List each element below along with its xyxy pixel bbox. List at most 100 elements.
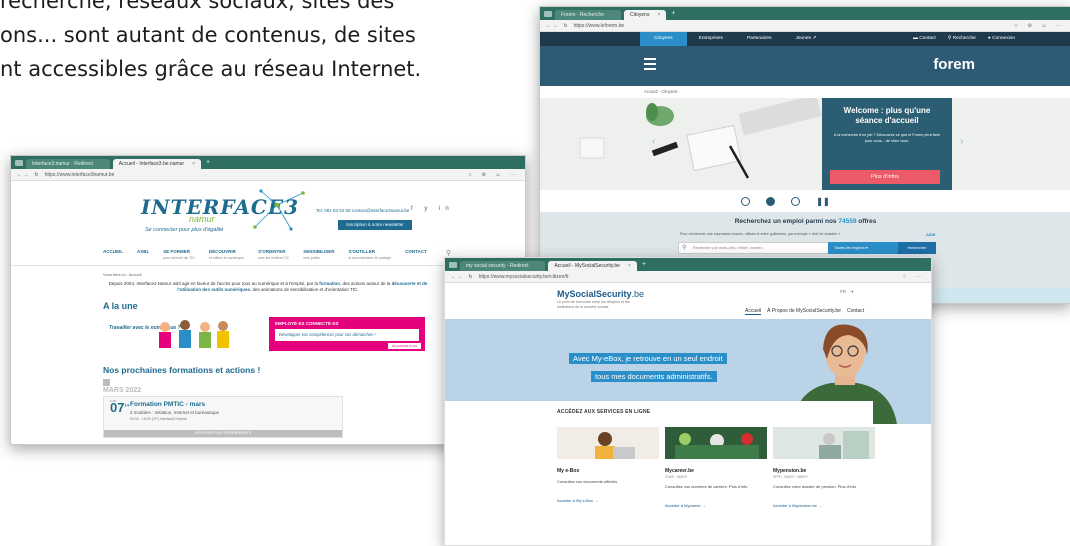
network-decoration [253,189,305,231]
browser-tools-icons[interactable]: ☆ ⚙ ☺ ⋯ [1014,23,1065,29]
reload-icon[interactable]: ↻ [563,23,567,29]
hero-text: A la recherche d'un job ? Découvrez ce q… [833,133,941,143]
nav-item-decouvrir[interactable]: DÉCOUVRIR et utiliser le numérique [209,249,244,265]
new-tab-icon[interactable]: + [642,261,646,268]
carousel-dot[interactable] [791,196,801,206]
logo-subtitle: Le point de rencontre entre les citoyens… [557,300,630,309]
url-field[interactable]: https://www.interface3namur.be [45,172,115,178]
carousel-dot-active[interactable] [766,196,776,206]
url-field[interactable]: https://www.leforem.be [574,23,625,29]
nav-item-se-former[interactable]: SE FORMER pour devenir lab TIC [163,249,195,265]
nav-item-soutiller[interactable]: S'OUTILLER le documentaire de partage [348,249,391,265]
browser-tab-active[interactable]: Accueil - Interface3.be.namur × [112,159,202,169]
tab-bar: Interface3.namur - Redirect × Accueil - I… [11,156,525,169]
forem-header: forem [540,46,1070,86]
left-margin [445,401,555,545]
site-header: MySocialSecurity.be Le point de rencontr… [445,283,931,319]
card-desc: Consultez vos données de carrière. Plus … [665,484,748,489]
card-link[interactable]: Accéder à My e-Box → [557,498,659,503]
region-select[interactable]: Toutes les régions ▾ [828,242,900,254]
address-bar: ← → ↻ https://www.interface3namur.be ☆ ⚙… [11,169,525,181]
user-icon: ● [987,36,991,41]
hero-carousel: ‹ › Welcome : plus qu'une séance d'accue… [540,98,1070,190]
new-tab-icon[interactable]: + [671,10,675,17]
window-menu-icon[interactable] [15,159,23,166]
search-link[interactable]: ⚲ Recherche [948,32,976,46]
url-field[interactable]: https://www.mysocialsecurity.be/citizen/… [479,274,569,280]
browser-tab[interactable]: Forem - Recherche × [555,10,621,20]
headline-line: nt accessibles grâce au réseau Internet. [0,57,422,81]
mysocialsecurity-logo[interactable]: MySocialSecurity.be [557,289,644,299]
carousel-next-icon[interactable]: › [960,136,963,147]
window-menu-icon[interactable] [544,10,552,17]
help-link[interactable]: AIDE [926,232,936,237]
featured-banner[interactable]: Travailler avec le numérique ? EMPLOYÉ·E… [103,315,425,355]
headline-line: recherche, réseaux sociaux, sites des [0,0,395,13]
nav-arrows-icon[interactable]: ← → [546,23,557,29]
site-header: INTERFACE3 namur Se connecter pour plus … [11,181,525,243]
carousel-prev-icon[interactable]: ‹ [652,136,655,147]
card-meta: ONSS · INASTI [665,475,688,479]
nav-item-sensibiliser[interactable]: SENSIBILISER vers public [303,249,334,265]
contact-link[interactable]: ▬ Contact [913,32,936,46]
browser-tab[interactable]: my social security - Redirect × [460,261,546,271]
service-card-myebox[interactable]: My e-Box Consultez vos documents officie… [557,427,659,503]
login-link[interactable]: ● Connexion [988,32,1015,46]
social-icons[interactable]: f y in [411,206,454,212]
nav-item-contact[interactable]: CONTACT [405,249,427,265]
hero-cta-button[interactable]: Plus d'infos [830,170,940,184]
nav-item-sorienter[interactable]: S'ORIENTER vers les métiers TIC [258,249,289,265]
hero-line: Avec My-eBox, je retrouve en un seul end… [569,353,727,364]
chevron-down-icon: ▾ [865,246,868,250]
card-link[interactable]: Accéder à Mypension.be → [773,503,875,508]
nav-item-asbl[interactable]: ASBL [137,249,149,265]
nav-item-accueil[interactable]: Accueil [745,308,762,315]
banner-cta-button[interactable]: EN SAVOIR PLUS [388,343,421,349]
forem-logo[interactable]: forem [933,56,975,73]
new-tab-icon[interactable]: + [206,159,210,166]
nav-arrows-icon[interactable]: ← → [17,172,28,178]
nav-item-about[interactable]: À Propos de MySocialSecurity.be [767,308,841,315]
headline-text: recherche, réseaux sociaux, sites des on… [0,0,470,86]
tab-bar: my social security - Redirect × Accueil -… [445,258,931,271]
carousel-dot[interactable] [741,196,751,206]
pause-icon[interactable]: ❚❚ [816,197,829,206]
chat-icon: ▬ [913,36,918,41]
event-date: 0714 [110,400,129,415]
browser-tab-active[interactable]: Accueil - MySocialSecurity.be × [548,261,637,271]
browser-tools-icons[interactable]: ☆ ⚙ ☺ ⋯ [468,172,519,178]
reload-icon[interactable]: ↻ [468,274,472,280]
reload-icon[interactable]: ↻ [34,172,38,178]
card-link[interactable]: Accéder à Mycareer → [665,503,767,508]
search-button[interactable]: rechercher [898,242,936,254]
window-menu-icon[interactable] [449,261,457,268]
nav-arrows-icon[interactable]: ← → [451,274,462,280]
services-section: ACCÉDEZ AUX SERVICES EN LIGNE My e-Box C… [555,401,875,545]
calendar-prev-icon[interactable] [103,379,110,386]
browser-tools-icons[interactable]: ☆ ⋯ [902,274,925,280]
hamburger-menu-icon[interactable] [644,58,656,73]
tab-entreprises[interactable]: Entreprises [687,32,735,46]
service-card-mypension[interactable]: Mypension.be SFPD · INASTI · AWIPH Consu… [773,427,875,508]
newsletter-button[interactable]: Inscription à notre newsletter [338,220,412,230]
service-card-mycareer[interactable]: Mycareer.be ONSS · INASTI Consultez vos … [665,427,767,508]
tagline: Se connecter pour plus d'égalité [145,227,224,233]
tab-citoyens[interactable]: Citoyens [640,32,687,46]
hero-title: Welcome : plus qu'une séance d'accueil [843,106,931,125]
more-events-button[interactable]: AFFICHER PLUS D'ÉVÈNEMENTS [104,430,342,437]
browser-tab-active[interactable]: Citoyens × [624,10,667,20]
language-switch[interactable]: FR · ➜ [840,289,854,295]
search-icon: ⚲ [682,245,687,251]
contact-info[interactable]: Tel: 081 83 54 50 contact@interface3namu… [316,208,409,213]
banner-pink-text: Développer vos compétences pour vos déma… [275,329,419,341]
services-title: ACCÉDEZ AUX SERVICES EN LIGNE [557,409,651,415]
event-title[interactable]: Formation PMTIC - mars [130,401,205,408]
tab-partenaires[interactable]: Partenaires [735,32,784,46]
browser-tab[interactable]: Interface3.namur - Redirect × [26,159,110,169]
card-desc: Consultez votre dossier de pension. Plus… [773,484,857,489]
tab-jeunes[interactable]: Jeunes ↗ [783,32,828,46]
job-search-input[interactable]: ⚲ Recherche par mots-clés, métier, numéro [678,242,844,254]
nav-item-accueil[interactable]: ACCUEIL [103,249,123,265]
event-card[interactable]: LUN 0714 Formation PMTIC - mars 2 module… [103,396,343,438]
nav-item-contact[interactable]: Contact [847,308,864,315]
